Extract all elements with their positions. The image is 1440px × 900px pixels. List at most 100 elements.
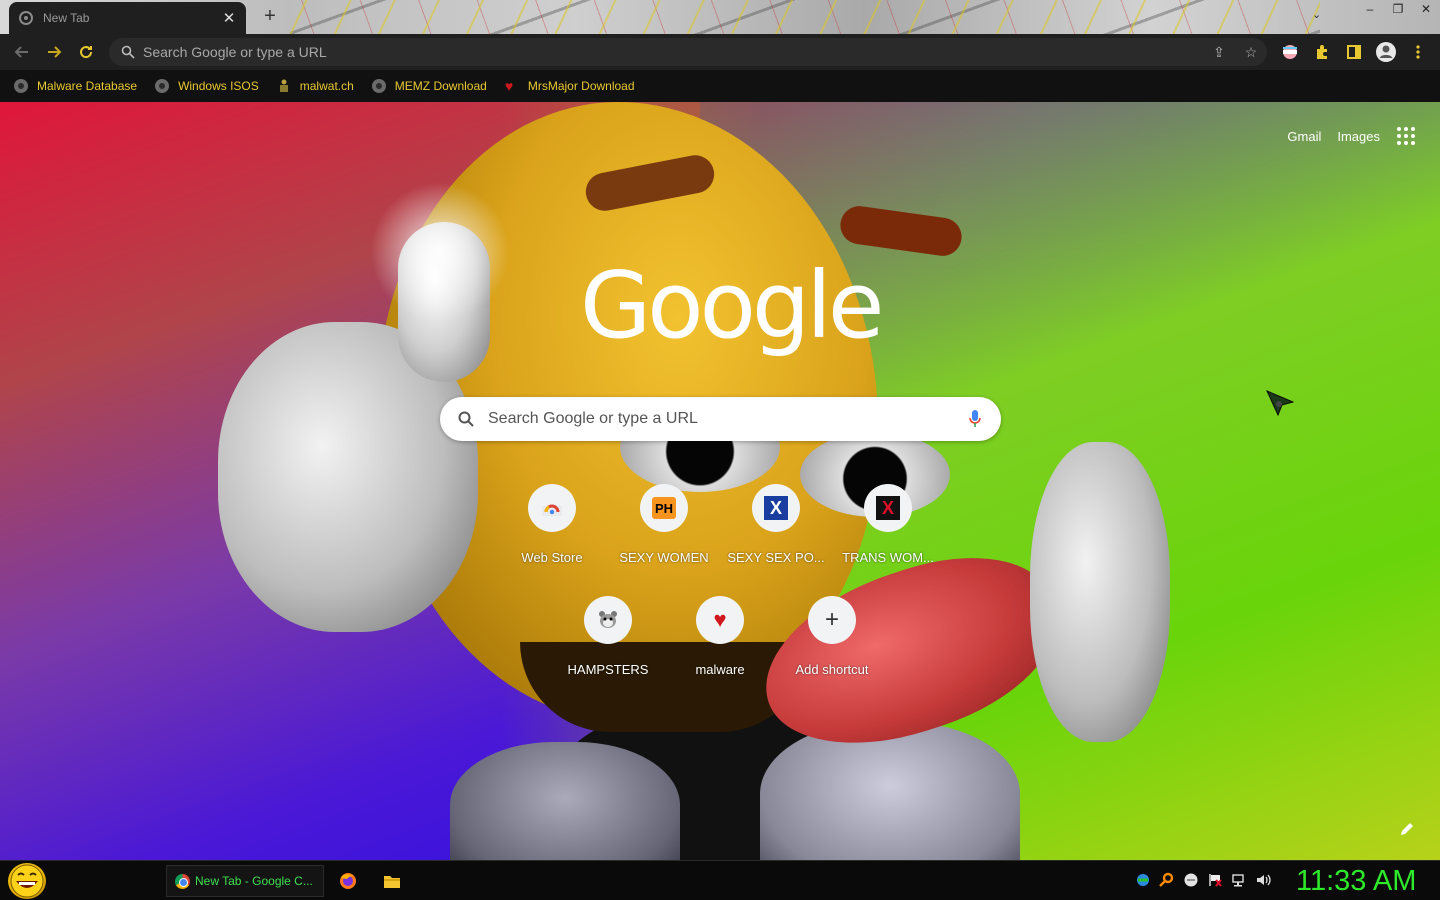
shortcut-sexy-sex-po[interactable]: X SEXY SEX PO...	[720, 468, 832, 580]
network-globe-icon[interactable]	[1134, 871, 1152, 889]
shortcut-hampsters[interactable]: HAMPSTERS	[552, 580, 664, 692]
globe-icon	[155, 79, 170, 93]
start-button[interactable]	[8, 863, 46, 899]
bookmark-label: MrsMajor Download	[527, 79, 635, 93]
x-blue-icon-glyph: X	[764, 496, 788, 520]
new-tab-page: Gmail Images Google Search Google or typ…	[0, 102, 1440, 860]
arrow-right-icon	[48, 46, 62, 58]
side-panel-icon[interactable]	[1338, 36, 1370, 68]
new-tab-button[interactable]: +	[260, 6, 280, 26]
ntp-search-box[interactable]: Search Google or type a URL	[440, 397, 1001, 441]
bookmark-windows-isos[interactable]: Windows ISOS	[155, 79, 259, 93]
gmail-link[interactable]: Gmail	[1287, 129, 1321, 144]
figure-icon	[277, 79, 291, 93]
window-controls: ‒ ❐ ✕	[1356, 0, 1440, 20]
address-bar[interactable]: Search Google or type a URL ⇪ ☆	[109, 38, 1267, 66]
action-center-flag-icon[interactable]	[1206, 871, 1224, 889]
taskbar-clock[interactable]: 11:33 AM	[1296, 865, 1416, 898]
shortcut-malware[interactable]: ♥ malware	[664, 580, 776, 692]
tab-new-tab[interactable]: New Tab ✕	[9, 2, 246, 34]
ntp-search-placeholder: Search Google or type a URL	[488, 410, 698, 427]
theme-background	[290, 0, 1320, 34]
shortcut-label: malware	[695, 662, 745, 677]
tab-title: New Tab	[43, 11, 90, 25]
forward-button[interactable]	[38, 36, 70, 68]
bookmark-star-icon[interactable]: ☆	[1235, 38, 1267, 66]
shortcut-web-store[interactable]: Web Store	[496, 468, 608, 580]
bookmark-malwatch[interactable]: malwat.ch	[277, 79, 354, 93]
toolbar: Search Google or type a URL ⇪ ☆	[0, 34, 1440, 70]
firefox-icon[interactable]	[338, 871, 358, 891]
globe-icon	[371, 79, 386, 93]
x-red-icon: X	[864, 484, 912, 532]
webstore-icon	[528, 484, 576, 532]
heart-icon: ♥	[696, 596, 744, 644]
images-link[interactable]: Images	[1337, 129, 1380, 144]
network-icon[interactable]	[1230, 871, 1248, 889]
shortcut-label: SEXY WOMEN	[619, 550, 709, 565]
taskbar-item-chrome[interactable]: New Tab - Google C...	[166, 865, 324, 897]
pencil-icon[interactable]	[1398, 820, 1416, 838]
search-magnifier-icon[interactable]	[1158, 871, 1176, 889]
google-top-links: Gmail Images	[1287, 126, 1416, 146]
profile-flag-icon[interactable]	[1274, 36, 1306, 68]
reload-button[interactable]	[70, 36, 102, 68]
apps-grid-icon[interactable]	[1396, 126, 1416, 146]
bookmark-label: malwat.ch	[299, 79, 354, 93]
reload-icon	[80, 46, 93, 59]
toolbar-actions	[1274, 36, 1434, 68]
system-tray	[1134, 871, 1272, 889]
google-logo: Google	[580, 252, 884, 359]
bookmark-malware-database[interactable]: Malware Database	[14, 79, 137, 93]
emoji-hand	[1030, 442, 1170, 742]
shortcut-label: SEXY SEX PO...	[727, 550, 825, 565]
search-icon	[458, 411, 474, 427]
arrow-left-icon	[14, 46, 28, 58]
microphone-icon[interactable]	[969, 410, 981, 428]
ph-icon-glyph: PH	[652, 497, 676, 519]
chevron-down-icon[interactable]: ⌄	[1312, 8, 1321, 21]
plus-icon-glyph: +	[824, 606, 839, 633]
shortcut-trans-wom[interactable]: X TRANS WOM...	[832, 468, 944, 580]
minimize-button[interactable]: ‒	[1356, 0, 1384, 18]
volume-icon[interactable]	[1254, 871, 1272, 889]
bookmark-mrsmajor-download[interactable]: ♥ MrsMajor Download	[505, 79, 635, 93]
close-window-button[interactable]: ✕	[1412, 0, 1440, 18]
bookmarks-bar: Malware Database Windows ISOS malwat.ch …	[0, 70, 1440, 102]
globe-icon	[14, 79, 28, 93]
sparkle-glow	[370, 182, 510, 322]
globe-icon	[19, 11, 33, 25]
bookmark-label: Windows ISOS	[178, 79, 259, 93]
shortcut-label: Web Store	[521, 550, 583, 565]
menu-icon[interactable]	[1402, 36, 1434, 68]
taskbar-item-label: New Tab - Google C...	[195, 874, 313, 888]
taskbar: New Tab - Google C... 11:33 AM	[0, 860, 1440, 900]
shortcut-label: TRANS WOM...	[842, 550, 934, 565]
address-placeholder: Search Google or type a URL	[143, 44, 327, 60]
shortcut-sexy-women[interactable]: PH SEXY WOMEN	[608, 468, 720, 580]
messenger-icon[interactable]	[1182, 871, 1200, 889]
x-red-icon-glyph: X	[876, 496, 900, 520]
back-button[interactable]	[6, 36, 38, 68]
shortcut-label: HAMPSTERS	[567, 662, 649, 677]
bookmark-label: MEMZ Download	[394, 79, 487, 93]
profile-avatar-icon[interactable]	[1370, 36, 1402, 68]
bookmark-memz-download[interactable]: MEMZ Download	[371, 79, 487, 93]
plus-icon: +	[808, 596, 856, 644]
search-icon	[121, 45, 135, 59]
share-icon[interactable]: ⇪	[1203, 38, 1235, 66]
extensions-icon[interactable]	[1306, 36, 1338, 68]
title-bar: New Tab ✕ + ⌄ ‒ ❐ ✕	[0, 0, 1440, 34]
add-shortcut-button[interactable]: + Add shortcut	[776, 580, 888, 692]
hamster-icon	[584, 596, 632, 644]
chrome-icon	[175, 873, 190, 889]
close-icon[interactable]: ✕	[222, 9, 236, 27]
laughing-emoji-icon	[10, 864, 44, 898]
emoji-shoe	[450, 742, 680, 860]
file-explorer-icon[interactable]	[382, 871, 402, 891]
x-blue-icon: X	[752, 484, 800, 532]
shortcut-label: Add shortcut	[795, 662, 869, 677]
emoji-shoe	[760, 722, 1020, 860]
ph-icon: PH	[640, 484, 688, 532]
maximize-button[interactable]: ❐	[1384, 0, 1412, 18]
